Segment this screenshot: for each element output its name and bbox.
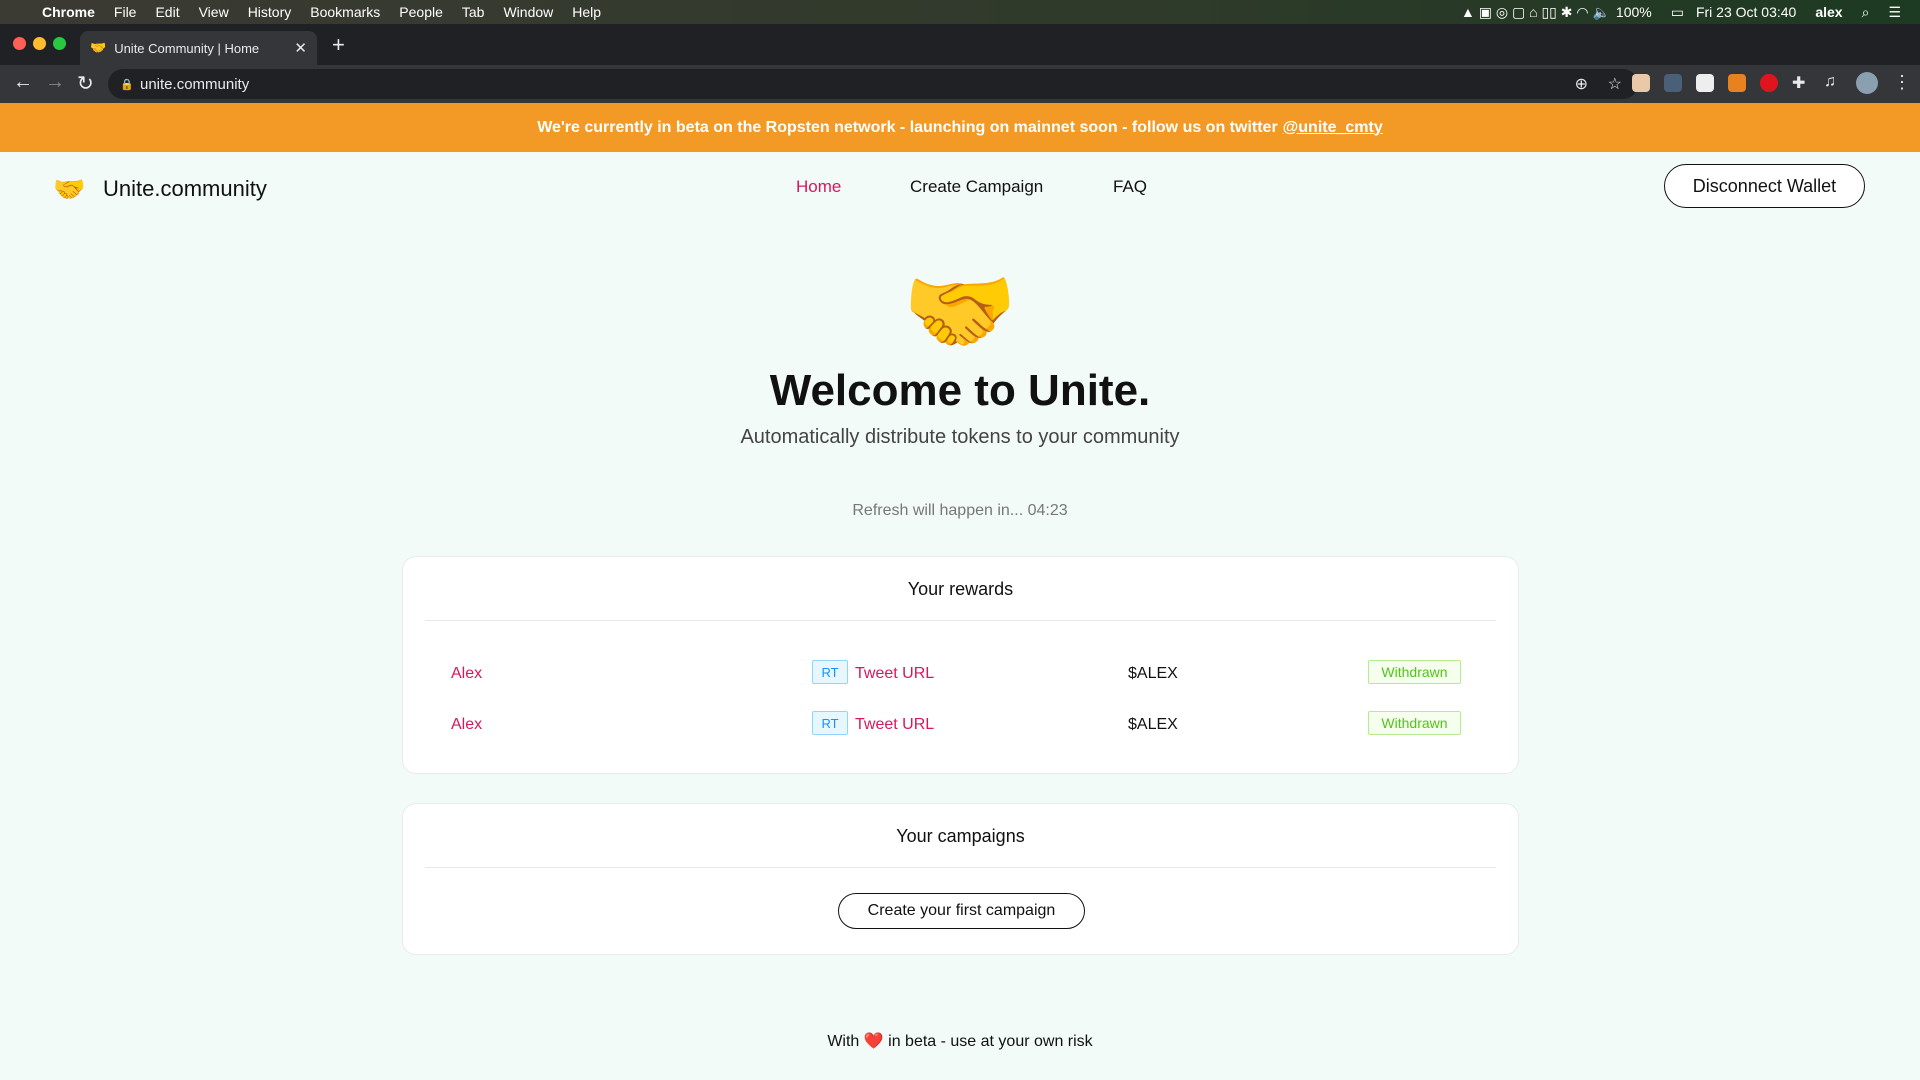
reward-name-link[interactable]: Alex [451, 665, 482, 683]
token-symbol: $ALEX [1128, 665, 1178, 682]
metamask-icon[interactable] [1728, 74, 1746, 92]
back-icon[interactable]: ← [13, 71, 33, 94]
campaigns-title: Your campaigns [425, 804, 1496, 868]
os-menu-bar: Chrome File Edit View History Bookmarks … [0, 0, 1920, 24]
battery-icon: ▭ [1670, 3, 1684, 20]
user-name[interactable]: alex [1815, 4, 1842, 20]
menu-help[interactable]: Help [572, 4, 601, 20]
url-input[interactable]: 🔒 unite.community ⊕ ☆ [108, 69, 1638, 99]
extension-icon[interactable] [1632, 74, 1650, 92]
rt-tag: RT [812, 660, 848, 684]
logo-icon[interactable]: 🤝 [53, 174, 85, 205]
profile-avatar[interactable] [1856, 72, 1878, 94]
page-title: Welcome to Unite. [769, 366, 1151, 415]
new-tab-button[interactable]: + [332, 32, 345, 58]
page-subtitle: Automatically distribute tokens to your … [740, 426, 1180, 448]
refresh-timer: Refresh will happen in... 04:23 [852, 502, 1068, 519]
url-text: unite.community [140, 75, 250, 93]
token-symbol: $ALEX [1128, 716, 1178, 733]
chrome-menu-icon[interactable]: ⋮ [1893, 72, 1911, 93]
menu-people[interactable]: People [399, 4, 443, 20]
close-window-button[interactable] [13, 37, 26, 50]
footer-text: With [827, 1033, 860, 1050]
battery-percent: 100% [1615, 4, 1652, 20]
address-bar-row: ← → ↻ 🔒 unite.community ⊕ ☆ ✚ ♫ ⋮ [0, 65, 1920, 103]
handshake-icon: 🤝 [902, 261, 1018, 363]
reward-row: Alex RT Tweet URL $ALEX Withdrawn [403, 711, 1518, 741]
notification-center-icon[interactable]: ☰ [1888, 4, 1901, 21]
nav-home[interactable]: Home [796, 177, 841, 197]
favicon-icon: 🤝 [90, 40, 107, 55]
menu-tab[interactable]: Tab [462, 4, 485, 20]
tweet-url-link[interactable]: Tweet URL [855, 665, 934, 683]
tab-bar: 🤝 Unite Community | Home ✕ + [0, 24, 1920, 65]
status-badge: Withdrawn [1368, 711, 1461, 735]
browser-tab[interactable]: 🤝 Unite Community | Home ✕ [80, 31, 317, 65]
close-tab-icon[interactable]: ✕ [294, 39, 307, 57]
spotlight-icon[interactable]: ⌕ [1862, 4, 1870, 21]
extension-icon[interactable] [1664, 74, 1682, 92]
heart-icon: ❤️ [863, 1033, 884, 1050]
minimize-window-button[interactable] [33, 37, 46, 50]
extensions-puzzle-icon[interactable]: ✚ [1792, 73, 1805, 93]
menu-window[interactable]: Window [503, 4, 553, 20]
menu-chrome[interactable]: Chrome [42, 4, 95, 20]
rt-tag: RT [812, 711, 848, 735]
menu-bookmarks[interactable]: Bookmarks [310, 4, 380, 20]
menu-view[interactable]: View [199, 4, 229, 20]
reward-row: Alex RT Tweet URL $ALEX Withdrawn [403, 660, 1518, 690]
nav-create-campaign[interactable]: Create Campaign [910, 177, 1043, 197]
clock[interactable]: Fri 23 Oct 03:40 [1696, 4, 1796, 20]
tab-title: Unite Community | Home [114, 40, 260, 56]
status-badge: Withdrawn [1368, 660, 1461, 684]
campaigns-card: Your campaigns Create your first campaig… [402, 803, 1519, 955]
bookmark-star-icon[interactable]: ☆ [1608, 74, 1622, 94]
status-icons: ▲ ▣ ◎ ▢ ⌂ ▯▯ ✱ ◠ 🔈 [1461, 3, 1610, 20]
footer: With ❤️ in beta - use at your own risk [0, 1031, 1920, 1051]
menu-file[interactable]: File [114, 4, 137, 20]
lock-icon[interactable]: 🔒 [120, 78, 134, 91]
rewards-card: Your rewards Alex RT Tweet URL $ALEX Wit… [402, 556, 1519, 774]
disconnect-wallet-button[interactable]: Disconnect Wallet [1664, 164, 1865, 208]
reload-icon[interactable]: ↻ [77, 71, 94, 96]
footer-text: in beta - use at your own risk [888, 1033, 1093, 1050]
menu-edit[interactable]: Edit [155, 4, 179, 20]
zoom-icon[interactable]: ⊕ [1575, 74, 1588, 94]
menu-history[interactable]: History [248, 4, 292, 20]
twitter-link[interactable]: @unite_cmty [1283, 119, 1383, 137]
adblock-icon[interactable] [1760, 74, 1778, 92]
forward-icon[interactable]: → [45, 71, 65, 94]
media-control-icon[interactable]: ♫ [1824, 73, 1836, 91]
nav-faq[interactable]: FAQ [1113, 177, 1147, 197]
reward-name-link[interactable]: Alex [451, 716, 482, 734]
tweet-url-link[interactable]: Tweet URL [855, 716, 934, 734]
rewards-title: Your rewards [425, 557, 1496, 621]
create-first-campaign-button[interactable]: Create your first campaign [838, 893, 1085, 929]
maximize-window-button[interactable] [53, 37, 66, 50]
brand-name[interactable]: Unite.community [103, 176, 267, 202]
beta-banner: We're currently in beta on the Ropsten n… [0, 103, 1920, 152]
extension-icon[interactable] [1696, 74, 1714, 92]
banner-text: We're currently in beta on the Ropsten n… [537, 118, 1278, 136]
